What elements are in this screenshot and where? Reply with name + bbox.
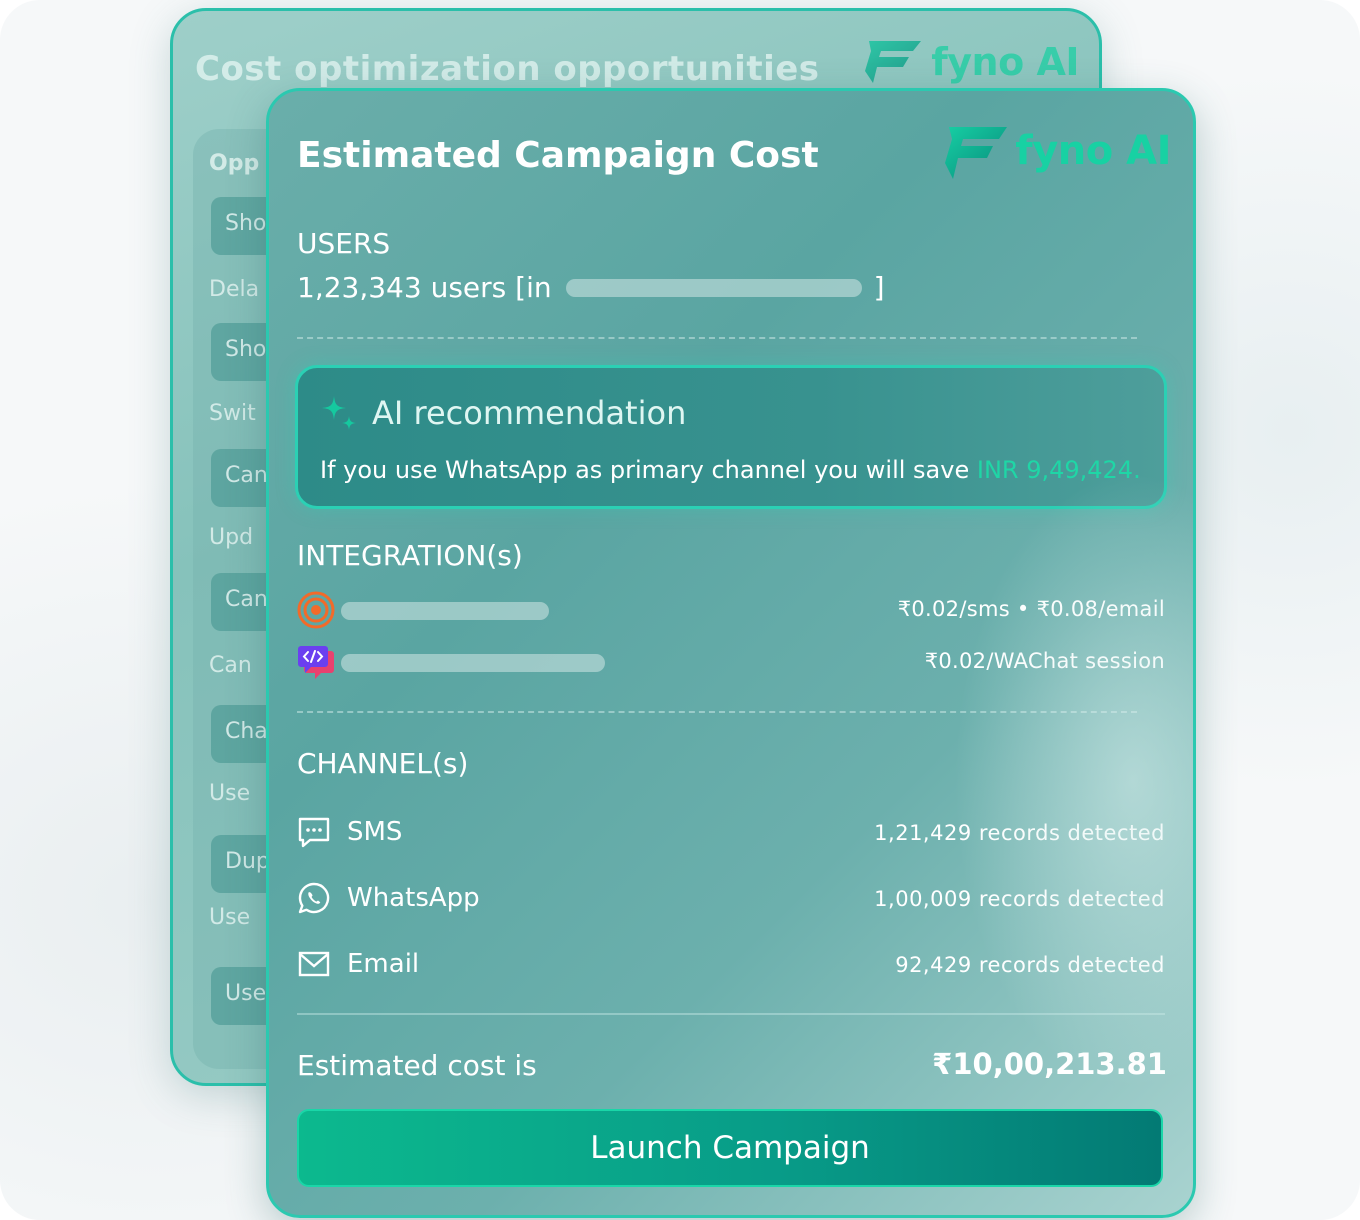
ai-recommendation-box: AI recommendation If you use WhatsApp as… — [295, 365, 1167, 509]
ai-recommendation-text: If you use WhatsApp as primary channel y… — [320, 456, 1141, 484]
channel-name: Email — [347, 949, 420, 979]
integrations-label: INTEGRATION(s) — [297, 539, 523, 572]
ai-recommendation-header: AI recommendation — [320, 394, 686, 432]
channel-name: SMS — [347, 817, 403, 847]
ai-recommendation-title: AI recommendation — [372, 394, 687, 432]
opportunity-label: Sho — [225, 337, 267, 362]
channel-row-email[interactable]: Email 92,429 records detected — [297, 945, 1165, 985]
opportunity-desc: Use — [209, 905, 251, 930]
channel-row-whatsapp[interactable]: WhatsApp 1,00,009 records detected — [297, 879, 1165, 919]
redacted-integration-name — [341, 654, 605, 672]
sparkle-icon — [322, 396, 356, 430]
opportunity-label: Can — [225, 587, 268, 612]
channels-label: CHANNEL(s) — [297, 747, 469, 780]
users-count: 1,23,343 users [in — [297, 271, 552, 304]
integration-row[interactable]: ₹0.02/sms • ₹0.08/email — [297, 591, 1165, 631]
fyno-logo: fyno AI — [945, 121, 1171, 181]
fyno-logo-mark-icon — [865, 41, 922, 83]
cost-optimization-title: Cost optimization opportunities — [195, 49, 820, 89]
email-icon — [298, 951, 330, 977]
fyno-logo-mark-icon — [945, 127, 1008, 179]
redacted-segment — [565, 278, 862, 297]
opportunity-label: Sho — [225, 211, 267, 236]
opportunity-label: Use — [225, 981, 267, 1006]
channel-record-count: 1,00,009 records detected — [874, 887, 1165, 911]
opportunity-label: Can — [225, 463, 268, 488]
opportunity-desc: Upd — [209, 525, 254, 550]
back-fyno-logo: fyno AI — [865, 37, 1079, 87]
target-icon — [297, 591, 335, 629]
launch-campaign-button[interactable]: Launch Campaign — [297, 1109, 1163, 1187]
opportunity-desc: Use — [209, 781, 251, 806]
estimated-cost-label: Estimated cost is — [297, 1049, 537, 1082]
estimated-cost-value: ₹10,00,213.81 — [932, 1047, 1167, 1081]
whatsapp-icon — [298, 882, 330, 914]
integration-row[interactable]: ₹0.02/WAChat session — [297, 643, 1165, 683]
code-chat-icon — [298, 646, 334, 679]
opportunity-label: Cha — [225, 719, 268, 744]
logo-text: fyno AI — [1015, 128, 1171, 174]
divider — [297, 1013, 1165, 1015]
channel-record-count: 92,429 records detected — [895, 953, 1165, 977]
integration-price: ₹0.02/sms • ₹0.08/email — [897, 597, 1165, 621]
opportunities-header: Opp — [209, 151, 260, 176]
card-title: Estimated Campaign Cost — [297, 135, 819, 176]
opportunity-desc: Can — [209, 653, 252, 678]
sms-icon — [298, 817, 330, 848]
recommendation-text-main: If you use WhatsApp as primary channel y… — [320, 456, 977, 484]
opportunity-desc: Dela — [209, 277, 260, 302]
opportunity-label: Dup — [225, 849, 270, 874]
channel-row-sms[interactable]: SMS 1,21,429 records detected — [297, 813, 1165, 853]
users-label: USERS — [297, 227, 391, 260]
divider — [297, 711, 1137, 713]
savings-amount: INR 9,49,424. — [976, 456, 1141, 484]
channel-name: WhatsApp — [347, 883, 480, 913]
back-logo-text: fyno AI — [931, 40, 1079, 84]
divider — [297, 337, 1137, 339]
users-bracket: ] — [873, 271, 885, 304]
opportunity-desc: Swit — [209, 401, 256, 426]
estimated-campaign-cost-card: Estimated Campaign Cost fyno AI USERS 1,… — [266, 88, 1196, 1218]
channel-record-count: 1,21,429 records detected — [874, 821, 1165, 845]
users-summary: 1,23,343 users [in ] — [297, 271, 885, 304]
redacted-integration-name — [341, 602, 549, 620]
integration-price: ₹0.02/WAChat session — [924, 649, 1165, 673]
